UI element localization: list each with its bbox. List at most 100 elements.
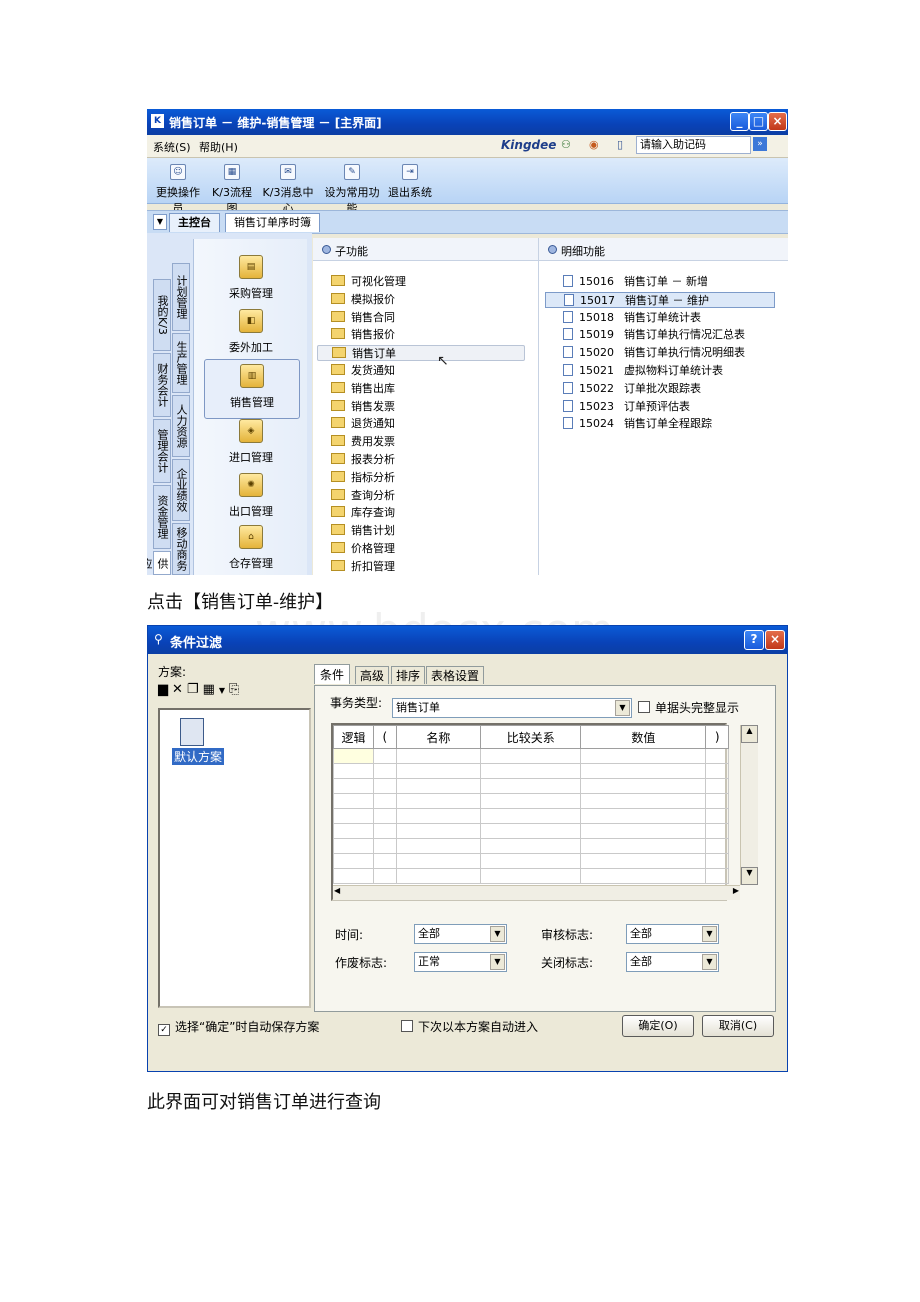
autoenter-checkbox[interactable]: 下次以本方案自动进入 [401, 1018, 538, 1035]
table-cell[interactable] [580, 823, 707, 839]
table-cell[interactable] [395, 778, 482, 794]
maximize-button[interactable]: □ [749, 112, 768, 131]
detail-item[interactable]: 15018 销售订单统计表 [563, 310, 701, 326]
detail-item[interactable]: 15023 订单预评估表 [563, 399, 690, 415]
table-cell[interactable] [395, 808, 482, 824]
table-cell[interactable] [373, 793, 397, 809]
message-center-button[interactable]: ✉ K/3消息中心 [259, 164, 317, 216]
table-cell[interactable] [705, 793, 729, 809]
globe-icon[interactable]: ◉ [589, 138, 599, 151]
subfunc-item-selected[interactable]: 销售订单 [317, 345, 525, 362]
table-cell[interactable] [373, 838, 397, 854]
detail-item[interactable]: 15021 虚拟物料订单统计表 [563, 363, 723, 379]
table-cell[interactable] [373, 778, 397, 794]
table-cell[interactable] [580, 748, 707, 764]
table-cell[interactable] [395, 853, 482, 869]
copy-icon[interactable]: ❐ [187, 682, 203, 697]
tab-advanced[interactable]: 高级 [355, 666, 390, 684]
table-cell[interactable] [480, 808, 582, 824]
subfunc-item[interactable]: 库存查询 [331, 505, 395, 521]
table-cell[interactable] [373, 823, 397, 839]
table-row[interactable] [332, 778, 729, 794]
export-icon[interactable]: ⎘ [229, 682, 243, 697]
help-button[interactable]: ? [744, 630, 764, 650]
subfunc-item[interactable]: 销售计划 [331, 523, 395, 539]
subfunc-item[interactable]: 退货通知 [331, 416, 395, 432]
subfunc-item[interactable]: 发货通知 [331, 363, 395, 379]
table-row[interactable] [332, 853, 729, 869]
close-select[interactable]: 全部 ▼ [626, 952, 719, 972]
module-warehouse[interactable]: ⌂ 仓存管理 [204, 525, 298, 571]
cancel-button[interactable]: 取消(C) [702, 1015, 774, 1037]
close-button[interactable]: × [768, 112, 787, 131]
vtab-funds[interactable]: 资金管理 [153, 485, 171, 549]
table-cell[interactable] [705, 778, 729, 794]
tab-sales-order-list[interactable]: 销售订单序时簿 [225, 213, 320, 232]
vtab-my-k3[interactable]: 我的K/3 [153, 279, 171, 351]
vtab-planning[interactable]: 计划管理 [172, 263, 190, 331]
condition-grid[interactable]: 逻辑 ( 名称 比较关系 数值 ) ▲ ▼ ◀ ▶ [331, 723, 758, 901]
table-row[interactable] [332, 823, 729, 839]
table-cell[interactable] [480, 793, 582, 809]
table-cell[interactable] [480, 778, 582, 794]
table-cell[interactable] [395, 838, 482, 854]
set-favorite-button[interactable]: ✎ 设为常用功能 [321, 164, 383, 216]
close-button[interactable]: × [765, 630, 785, 650]
subfunc-item[interactable]: 销售发票 [331, 399, 395, 415]
table-cell[interactable] [705, 823, 729, 839]
autosave-checkbox[interactable]: ✓ 选择“确定”时自动保存方案 [158, 1018, 319, 1036]
subfunc-item[interactable]: 模拟报价 [331, 292, 395, 308]
scroll-left-icon[interactable]: ◀ [334, 886, 340, 895]
phone-icon[interactable]: ▯ [617, 138, 623, 151]
people-icon[interactable]: ⚇ [561, 138, 571, 151]
tab-condition[interactable]: 条件 [314, 664, 351, 684]
table-cell[interactable] [395, 793, 482, 809]
tab-sort[interactable]: 排序 [391, 666, 426, 684]
subfunc-item[interactable]: 折扣管理 [331, 559, 395, 575]
detail-item[interactable]: 15020 销售订单执行情况明细表 [563, 345, 745, 361]
table-cell[interactable] [705, 808, 729, 824]
table-cell[interactable] [580, 838, 707, 854]
table-cell[interactable] [480, 763, 582, 779]
grid-icon[interactable]: ▦ [203, 682, 219, 697]
table-cell[interactable] [332, 748, 375, 764]
table-cell[interactable] [332, 808, 375, 824]
table-cell[interactable] [705, 838, 729, 854]
vtab-mobile[interactable]: 移动商务 [172, 523, 190, 575]
module-import[interactable]: ◈ 进口管理 [204, 419, 298, 465]
table-cell[interactable] [705, 868, 729, 884]
table-cell[interactable] [480, 748, 582, 764]
table-cell[interactable] [705, 853, 729, 869]
type-select[interactable]: 销售订单 ▼ [392, 698, 632, 718]
table-cell[interactable] [332, 853, 375, 869]
table-cell[interactable] [395, 748, 482, 764]
table-cell[interactable] [395, 823, 482, 839]
detail-item-selected[interactable]: 15017 销售订单 － 维护 [545, 291, 775, 308]
module-purchase[interactable]: ▤ 采购管理 [204, 255, 298, 301]
scheme-default[interactable]: 默认方案 [172, 748, 225, 765]
vertical-scrollbar[interactable]: ▲ ▼ [740, 725, 758, 885]
table-cell[interactable] [705, 748, 729, 764]
subfunc-item[interactable]: 查询分析 [331, 488, 395, 504]
table-cell[interactable] [332, 823, 375, 839]
fullheader-checkbox[interactable]: 单据头完整显示 [638, 699, 739, 716]
vtab-finance[interactable]: 财务会计 [153, 353, 171, 417]
flowchart-button[interactable]: ▦ K/3流程图 [207, 164, 257, 216]
menu-system[interactable]: 系统(S) [153, 139, 191, 155]
subfunc-item[interactable]: 可视化管理 [331, 274, 406, 290]
subfunc-item[interactable]: 报表分析 [331, 452, 395, 468]
table-cell[interactable] [373, 853, 397, 869]
vtab-performance[interactable]: 企业绩效 [172, 459, 190, 521]
time-select[interactable]: 全部 ▼ [414, 924, 507, 944]
table-cell[interactable] [480, 823, 582, 839]
go-icon[interactable]: » [753, 137, 767, 151]
table-cell[interactable] [373, 808, 397, 824]
table-cell[interactable] [395, 868, 482, 884]
table-cell[interactable] [580, 793, 707, 809]
subfunc-item[interactable]: 销售合同 [331, 310, 395, 326]
minimize-button[interactable]: _ [730, 112, 749, 131]
ok-button[interactable]: 确定(O) [622, 1015, 694, 1037]
scroll-right-icon[interactable]: ▶ [733, 886, 739, 895]
table-row[interactable] [332, 838, 729, 854]
table-cell[interactable] [373, 868, 397, 884]
